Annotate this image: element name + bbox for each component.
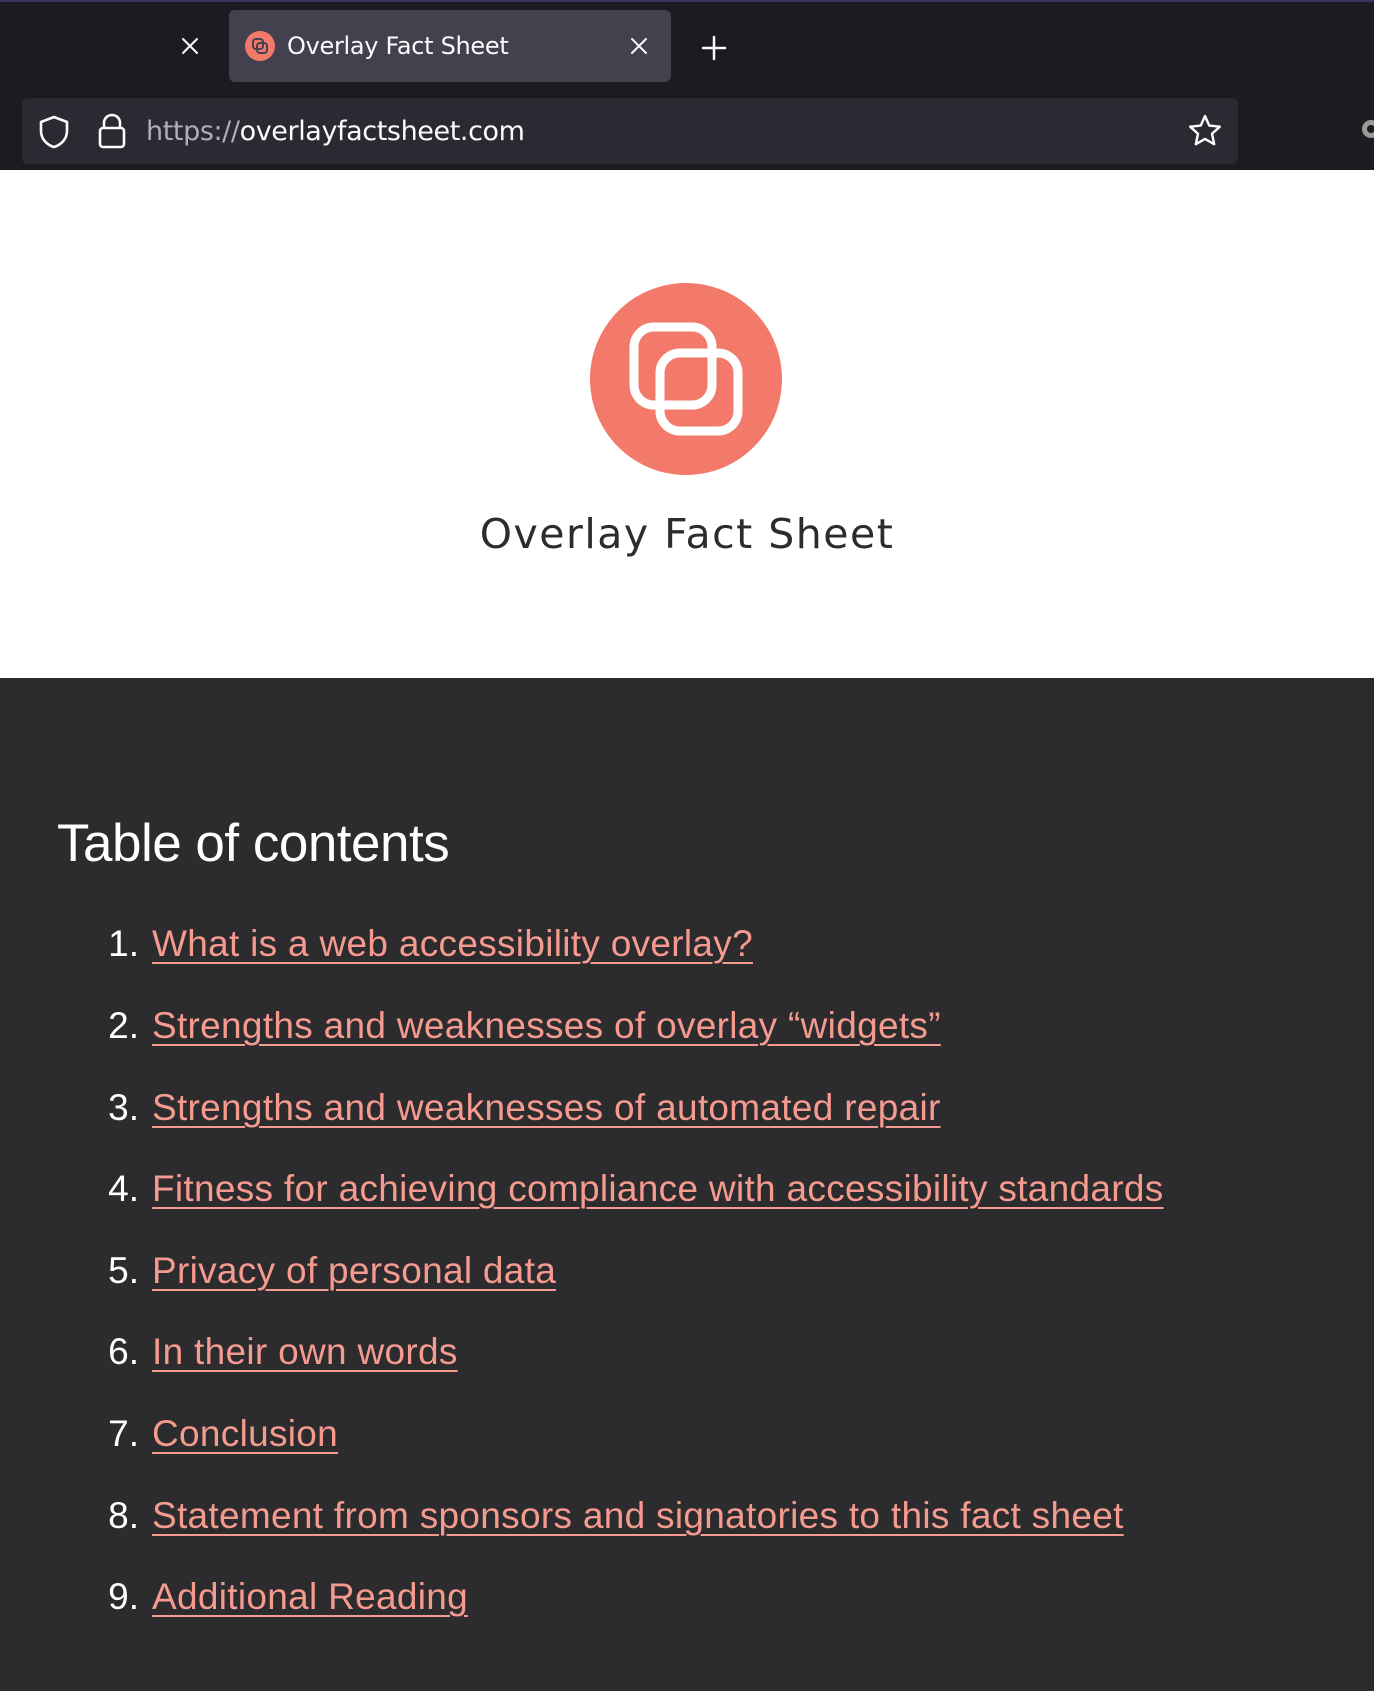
- lock-icon[interactable]: [94, 112, 130, 150]
- toc-heading: Table of contents: [57, 814, 450, 873]
- toc-item-number: 1.: [108, 923, 139, 964]
- toc-link-privacy[interactable]: Privacy of personal data: [152, 1250, 556, 1292]
- site-favicon-icon: [245, 31, 275, 61]
- new-tab-plus-icon[interactable]: [692, 26, 736, 70]
- toc-item: 9. Additional Reading: [0, 1576, 1374, 1636]
- toc-link-additional-reading[interactable]: Additional Reading: [152, 1576, 468, 1618]
- tab-close-icon[interactable]: [619, 26, 659, 66]
- tab-overlay-fact-sheet[interactable]: Overlay Fact Sheet: [229, 10, 671, 82]
- toc-item: 8. Statement from sponsors and signatori…: [0, 1495, 1374, 1555]
- toc-item: 6. In their own words: [0, 1331, 1374, 1391]
- tab-bar: Overlay Fact Sheet: [0, 2, 1374, 90]
- table-of-contents: Table of contents 1. What is a web acces…: [0, 678, 1374, 1691]
- bookmark-star-icon[interactable]: [1186, 112, 1224, 150]
- toc-item: 1. What is a web accessibility overlay?: [0, 923, 1374, 983]
- toc-item: 4. Fitness for achieving compliance with…: [0, 1168, 1374, 1228]
- tab-close-icon[interactable]: [170, 26, 210, 66]
- tab-title: Overlay Fact Sheet: [287, 32, 509, 60]
- toc-link-automated-repair[interactable]: Strengths and weaknesses of automated re…: [152, 1087, 941, 1129]
- toc-item-number: 7.: [108, 1413, 139, 1454]
- url-field[interactable]: https://overlayfactsheet.com: [146, 116, 525, 147]
- address-bar[interactable]: https://overlayfactsheet.com: [22, 98, 1238, 164]
- toc-item-number: 6.: [108, 1331, 139, 1372]
- url-scheme: https://: [146, 116, 240, 147]
- toc-item: 7. Conclusion: [0, 1413, 1374, 1473]
- toc-item: 2. Strengths and weaknesses of overlay “…: [0, 1005, 1374, 1065]
- url-host: overlayfactsheet.com: [239, 116, 525, 147]
- toc-item: 3. Strengths and weaknesses of automated…: [0, 1087, 1374, 1147]
- browser-chrome: Overlay Fact Sheet https://overlayfactsh…: [0, 0, 1374, 172]
- toc-item: 5. Privacy of personal data: [0, 1250, 1374, 1310]
- toc-link-conclusion[interactable]: Conclusion: [152, 1413, 338, 1455]
- gear-icon[interactable]: [1356, 114, 1374, 144]
- toc-item-number: 3.: [108, 1087, 139, 1128]
- toc-link-statement[interactable]: Statement from sponsors and signatories …: [152, 1495, 1124, 1537]
- toc-item-number: 5.: [108, 1250, 139, 1291]
- toc-link-what-is-overlay[interactable]: What is a web accessibility overlay?: [152, 923, 753, 965]
- hero-banner: Overlay Fact Sheet: [0, 170, 1374, 678]
- site-title: Overlay Fact Sheet: [479, 510, 895, 558]
- toc-link-widgets[interactable]: Strengths and weaknesses of overlay “wid…: [152, 1005, 941, 1047]
- toc-item-number: 2.: [108, 1005, 139, 1046]
- toc-item-number: 4.: [108, 1168, 139, 1209]
- toc-link-compliance[interactable]: Fitness for achieving compliance with ac…: [152, 1168, 1164, 1210]
- shield-icon[interactable]: [36, 114, 72, 150]
- toc-link-own-words[interactable]: In their own words: [152, 1331, 458, 1373]
- toc-item-number: 9.: [108, 1576, 139, 1617]
- toc-item-number: 8.: [108, 1495, 139, 1536]
- overlay-logo-icon: [590, 283, 782, 475]
